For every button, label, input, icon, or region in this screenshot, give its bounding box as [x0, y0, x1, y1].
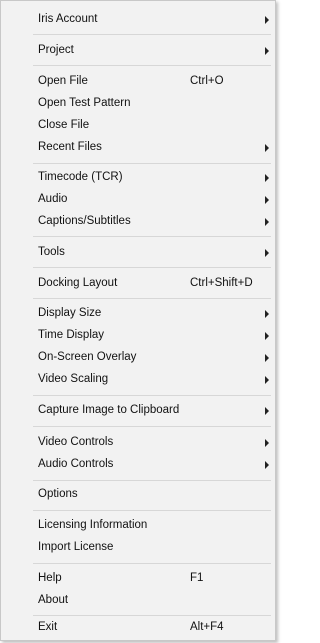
menu-item-label: Audio [38, 193, 68, 205]
menu-item-recent-files[interactable]: Recent Files [1, 137, 275, 159]
submenu-arrow-icon [265, 144, 269, 152]
menu-item-label: Options [38, 488, 78, 500]
menu-item-label: Video Controls [38, 436, 114, 448]
menu-item-docking-layout[interactable]: Docking Layout Ctrl+Shift+D [1, 273, 275, 295]
menu-item-label: Help [38, 572, 62, 584]
menu-item-label: Close File [38, 119, 90, 131]
menu-item-label: Open File [38, 75, 88, 87]
menu-item-open-file[interactable]: Open File Ctrl+O [1, 71, 275, 93]
menu-item-video-scaling[interactable]: Video Scaling [1, 369, 275, 391]
menu-item-video-controls[interactable]: Video Controls [1, 432, 275, 454]
menu-item-label: Licensing Information [38, 519, 148, 531]
menu-separator [33, 510, 271, 511]
submenu-arrow-icon [265, 174, 269, 182]
menu-item-tools[interactable]: Tools [1, 242, 275, 264]
submenu-arrow-icon [265, 461, 269, 469]
menu-item-label: Import License [38, 541, 114, 553]
menu-separator [33, 298, 271, 299]
submenu-arrow-icon [265, 218, 269, 226]
menu-item-display-size[interactable]: Display Size [1, 303, 275, 325]
submenu-arrow-icon [265, 332, 269, 340]
menu-item-audio[interactable]: Audio [1, 189, 275, 211]
menu-item-label: Tools [38, 246, 65, 258]
menu-item-time-display[interactable]: Time Display [1, 325, 275, 347]
menu-item-label: Captions/Subtitles [38, 215, 131, 227]
menu-item-timecode[interactable]: Timecode (TCR) [1, 167, 275, 189]
menu-item-licensing-information[interactable]: Licensing Information [1, 515, 275, 537]
menu-item-label: Video Scaling [38, 373, 109, 385]
menu-item-label: Iris Account [38, 13, 98, 25]
menu-item-audio-controls[interactable]: Audio Controls [1, 454, 275, 476]
menu-separator [33, 65, 271, 66]
menu-item-shortcut: Ctrl+Shift+D [190, 277, 253, 289]
context-menu: Iris Account Project Open File Ctrl+O Op… [0, 0, 276, 641]
menu-item-capture-image[interactable]: Capture Image to Clipboard [1, 400, 275, 422]
menu-item-label: Docking Layout [38, 277, 118, 289]
menu-item-shortcut: Ctrl+O [190, 75, 224, 87]
menu-separator [33, 236, 271, 237]
submenu-arrow-icon [265, 439, 269, 447]
menu-item-label: Recent Files [38, 141, 102, 153]
menu-item-exit[interactable]: Exit Alt+F4 [1, 617, 275, 639]
submenu-arrow-icon [265, 196, 269, 204]
menu-separator [33, 267, 271, 268]
submenu-arrow-icon [265, 407, 269, 415]
submenu-arrow-icon [265, 47, 269, 55]
menu-item-label: Audio Controls [38, 458, 114, 470]
menu-item-import-license[interactable]: Import License [1, 537, 275, 559]
submenu-arrow-icon [265, 249, 269, 257]
menu-separator [33, 615, 271, 616]
menu-item-label: On-Screen Overlay [38, 351, 137, 363]
menu-item-label: Open Test Pattern [38, 97, 131, 109]
menu-separator [33, 426, 271, 427]
menu-item-options[interactable]: Options [1, 484, 275, 506]
menu-item-project[interactable]: Project [1, 40, 275, 62]
menu-separator [33, 163, 271, 164]
menu-separator [33, 563, 271, 564]
submenu-arrow-icon [265, 376, 269, 384]
menu-item-iris-account[interactable]: Iris Account [1, 9, 275, 31]
menu-item-label: Timecode (TCR) [38, 171, 123, 183]
menu-item-on-screen-overlay[interactable]: On-Screen Overlay [1, 347, 275, 369]
menu-item-label: Time Display [38, 329, 105, 341]
menu-item-label: About [38, 594, 69, 606]
menu-item-label: Exit [38, 621, 58, 633]
menu-item-about[interactable]: About [1, 590, 275, 612]
submenu-arrow-icon [265, 354, 269, 362]
menu-item-shortcut: F1 [190, 572, 204, 584]
menu-item-label: Capture Image to Clipboard [38, 404, 180, 416]
submenu-arrow-icon [265, 310, 269, 318]
menu-separator [33, 395, 271, 396]
menu-item-shortcut: Alt+F4 [190, 621, 224, 633]
menu-separator [33, 480, 271, 481]
submenu-arrow-icon [265, 16, 269, 24]
menu-item-close-file[interactable]: Close File [1, 115, 275, 137]
menu-item-label: Display Size [38, 307, 102, 319]
menu-item-open-test-pattern[interactable]: Open Test Pattern [1, 93, 275, 115]
menu-item-captions-subtitles[interactable]: Captions/Subtitles [1, 211, 275, 233]
menu-item-help[interactable]: Help F1 [1, 568, 275, 590]
menu-separator [33, 34, 271, 35]
menu-item-label: Project [38, 44, 74, 56]
